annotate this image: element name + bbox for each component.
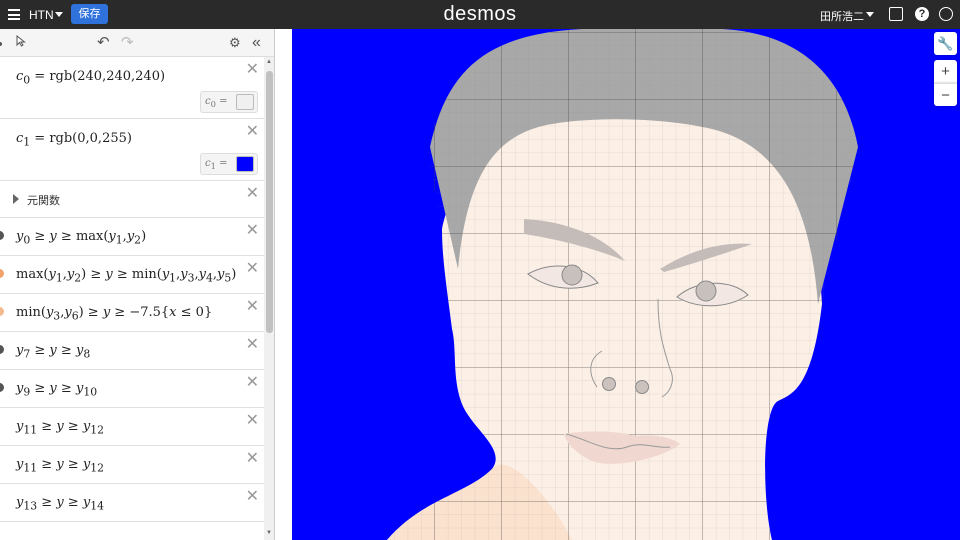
scroll-up-icon[interactable]: ▲: [266, 59, 272, 65]
close-icon[interactable]: ✕: [246, 296, 259, 316]
close-icon[interactable]: ✕: [246, 486, 259, 506]
expression-formula[interactable]: y9 ≥ y ≥ y10: [16, 381, 97, 399]
close-icon[interactable]: ✕: [246, 410, 259, 430]
left-nostril: [602, 377, 616, 391]
expression-formula[interactable]: c0 = rgb(240,240,240): [16, 69, 165, 87]
expression-folder[interactable]: 元関数 ✕: [0, 181, 264, 218]
expression-formula[interactable]: c1 = rgb(0,0,255): [16, 131, 132, 149]
color-swatch-box[interactable]: c0 =: [200, 91, 258, 113]
menu-icon[interactable]: [8, 9, 20, 20]
help-icon[interactable]: ?: [915, 7, 929, 21]
wrench-icon[interactable]: 🔧: [934, 32, 957, 55]
user-name[interactable]: 田所浩二: [820, 8, 864, 24]
close-icon[interactable]: ✕: [246, 220, 259, 240]
expression-row[interactable]: y11 ≥ y ≥ y12 ✕: [0, 446, 264, 484]
add-expression-handle[interactable]: [0, 42, 2, 46]
close-icon[interactable]: ✕: [246, 258, 259, 278]
swatch-label: c1 =: [205, 158, 228, 171]
expression-formula[interactable]: y0 ≥ y ≥ max(y1,y2): [16, 229, 146, 247]
redo-icon[interactable]: ↷: [121, 35, 134, 51]
color-swatch-box[interactable]: c1 =: [200, 153, 258, 175]
close-icon[interactable]: ✕: [246, 448, 259, 468]
expression-color-dot[interactable]: [0, 345, 4, 354]
expression-color-dot[interactable]: [0, 307, 4, 316]
expression-color-dot[interactable]: [0, 269, 4, 278]
right-nostril: [635, 380, 649, 394]
color-swatch[interactable]: [236, 156, 254, 172]
share-icon[interactable]: [889, 7, 903, 21]
expression-formula[interactable]: y13 ≥ y ≥ y14: [16, 495, 104, 513]
zoom-in-button[interactable]: +: [934, 60, 957, 83]
expression-row[interactable]: max(y1,y2) ≥ y ≥ min(y1,y3,y4,y5) ✕: [0, 256, 264, 294]
chevron-down-icon[interactable]: [55, 12, 63, 17]
color-swatch[interactable]: [236, 94, 254, 110]
expression-row[interactable]: y7 ≥ y ≥ y8 ✕: [0, 332, 264, 370]
left-pupil: [561, 264, 583, 286]
close-icon[interactable]: ✕: [246, 183, 259, 203]
scrollbar[interactable]: ▲ ▼: [264, 57, 274, 540]
close-icon[interactable]: ✕: [246, 334, 259, 354]
save-button[interactable]: 保存: [71, 4, 108, 24]
scrollbar-thumb[interactable]: [266, 71, 273, 333]
expression-formula[interactable]: y7 ≥ y ≥ y8: [16, 343, 90, 361]
close-icon[interactable]: ✕: [246, 121, 259, 141]
collapse-icon[interactable]: «: [252, 35, 261, 51]
caret-right-icon[interactable]: [13, 194, 19, 204]
zoom-out-button[interactable]: −: [934, 83, 957, 106]
folder-label[interactable]: 元関数: [27, 192, 60, 208]
undo-icon[interactable]: ↶: [97, 35, 110, 51]
pointer-icon[interactable]: [16, 34, 26, 51]
graph-canvas[interactable]: 🔧 + −: [276, 29, 960, 540]
expression-list: c0 = rgb(240,240,240) c0 = ✕ c1 = rgb(0,0,2…: [0, 57, 264, 522]
right-pupil: [695, 280, 717, 302]
close-icon[interactable]: ✕: [246, 59, 259, 79]
expression-row[interactable]: y9 ≥ y ≥ y10 ✕: [0, 370, 264, 408]
expression-row-color[interactable]: c0 = rgb(240,240,240) c0 = ✕: [0, 57, 264, 119]
chevron-down-icon[interactable]: [866, 12, 874, 17]
top-bar: HTN 保存 desmos 田所浩二 ?: [0, 0, 960, 29]
expression-formula[interactable]: y11 ≥ y ≥ y12: [16, 419, 104, 437]
expression-formula[interactable]: y11 ≥ y ≥ y12: [16, 457, 104, 475]
expression-formula[interactable]: min(y3,y6) ≥ y ≥ −7.5{x ≤ 0}: [16, 305, 212, 323]
desmos-logo: desmos: [443, 3, 517, 25]
swatch-label: c0 =: [205, 96, 228, 109]
expression-row[interactable]: y13 ≥ y ≥ y14 ✕: [0, 484, 264, 522]
scroll-down-icon[interactable]: ▼: [266, 530, 272, 536]
graph-title[interactable]: HTN: [29, 8, 54, 22]
expression-row[interactable]: y11 ≥ y ≥ y12 ✕: [0, 408, 264, 446]
expression-formula[interactable]: max(y1,y2) ≥ y ≥ min(y1,y3,y4,y5): [16, 267, 236, 285]
expression-row[interactable]: y0 ≥ y ≥ max(y1,y2) ✕: [0, 218, 264, 256]
expression-panel: ↶ ↷ ⚙ « c0 = rgb(240,240,240) c0 = ✕ c1 = r…: [0, 29, 275, 540]
close-icon[interactable]: ✕: [246, 372, 259, 392]
expression-toolbar: ↶ ↷ ⚙ «: [0, 29, 274, 57]
graph-plot: [292, 29, 960, 540]
globe-icon[interactable]: [939, 7, 953, 21]
expression-row-color[interactable]: c1 = rgb(0,0,255) c1 = ✕: [0, 119, 264, 181]
gear-icon[interactable]: ⚙: [229, 35, 241, 51]
expression-color-dot[interactable]: [0, 383, 4, 392]
expression-color-dot[interactable]: [0, 231, 4, 240]
expression-row[interactable]: min(y3,y6) ≥ y ≥ −7.5{x ≤ 0} ✕: [0, 294, 264, 332]
